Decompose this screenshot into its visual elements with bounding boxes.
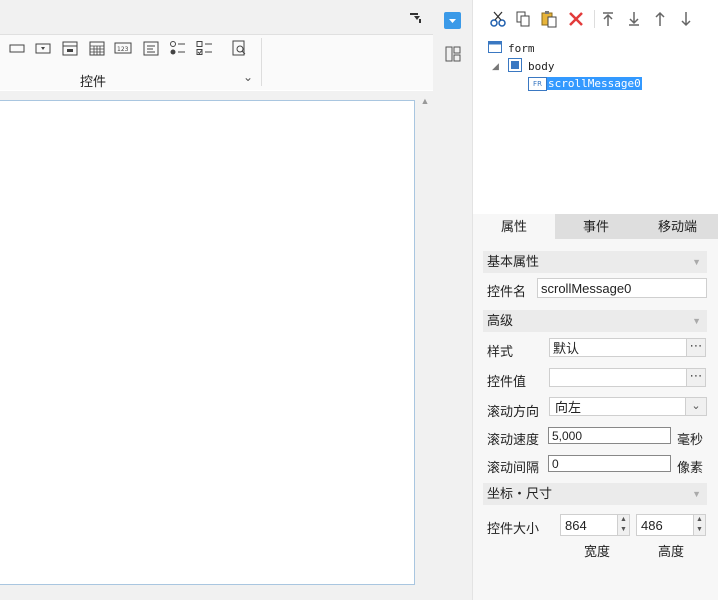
scroll-gap-unit: 像素: [677, 460, 704, 475]
scroll-gap-input[interactable]: 0: [548, 455, 671, 472]
property-tabs: 属性 事件 移动端: [473, 214, 718, 239]
form-canvas[interactable]: [0, 100, 415, 585]
widget-value-input[interactable]: [549, 368, 687, 387]
width-caption: 宽度: [584, 544, 611, 559]
section-basic[interactable]: 基本属性 ▼: [483, 251, 707, 273]
form-icon: [488, 41, 502, 53]
scroll-gap-label: 滚动间隔: [487, 460, 540, 475]
tab-events[interactable]: 事件: [555, 214, 637, 239]
move-down-icon[interactable]: [677, 10, 695, 28]
number-field-icon[interactable]: 123: [114, 40, 132, 56]
scroll-speed-label: 滚动速度: [487, 432, 540, 447]
height-stepper[interactable]: ▲ ▼: [693, 514, 706, 536]
side-strip: [433, 0, 473, 600]
preview-icon[interactable]: [230, 40, 248, 56]
scroll-direction-label: 滚动方向: [487, 404, 540, 419]
widget-value-label: 控件值: [487, 374, 527, 389]
text-field-icon[interactable]: [8, 40, 26, 56]
scroll-speed-unit: 毫秒: [677, 432, 704, 447]
tab-properties[interactable]: 属性: [473, 214, 555, 239]
widget-ribbon: 123: [0, 35, 433, 90]
chevron-down-icon[interactable]: ⌄: [243, 70, 253, 84]
section-title: 坐标・尺寸: [487, 486, 553, 501]
tree-toolbar: [473, 0, 718, 36]
copy-icon[interactable]: [514, 10, 532, 28]
tree-node-scrollmessage[interactable]: scrollMessage0: [547, 77, 642, 90]
cut-icon[interactable]: [489, 10, 507, 28]
svg-text:123: 123: [117, 46, 129, 53]
fr-widget-icon: FR: [528, 77, 547, 91]
calendar-grid-icon[interactable]: [88, 40, 106, 56]
text-area-icon[interactable]: [142, 40, 160, 56]
widget-settings-icon[interactable]: [444, 12, 461, 29]
checkbox-group-icon[interactable]: [195, 40, 213, 56]
widget-value-more-button[interactable]: ⋯: [686, 368, 706, 387]
collapse-arrow-icon[interactable]: ▼: [692, 483, 701, 505]
tree-node-form[interactable]: form: [508, 42, 535, 55]
widget-name-input[interactable]: scrollMessage0: [537, 278, 707, 298]
scroll-direction-select[interactable]: 向左: [549, 397, 686, 416]
toolbar-divider: [594, 10, 595, 28]
width-input[interactable]: 864: [560, 514, 618, 536]
chevron-down-icon[interactable]: ⌄: [685, 397, 707, 416]
move-to-bottom-icon[interactable]: [625, 10, 643, 28]
section-title: 高级: [487, 313, 514, 328]
paste-icon[interactable]: [540, 10, 558, 28]
collapse-arrow-icon[interactable]: ▼: [692, 251, 701, 273]
height-input[interactable]: 486: [636, 514, 694, 536]
tree-node-body[interactable]: body: [528, 60, 555, 73]
style-input[interactable]: 默认: [549, 338, 687, 357]
scroll-up-icon[interactable]: ▲: [420, 96, 430, 106]
collapse-arrow-icon[interactable]: ▼: [692, 310, 701, 332]
height-caption: 高度: [658, 544, 685, 559]
section-title: 基本属性: [487, 254, 540, 269]
ribbon-group-label: 控件: [80, 74, 107, 89]
move-to-top-icon[interactable]: [599, 10, 617, 28]
widget-name-label: 控件名: [487, 284, 527, 299]
width-stepper[interactable]: ▲ ▼: [617, 514, 630, 536]
move-up-icon[interactable]: [651, 10, 669, 28]
date-icon[interactable]: [61, 40, 79, 56]
widget-size-label: 控件大小: [487, 521, 540, 536]
body-icon: [508, 58, 522, 72]
style-more-button[interactable]: ⋯: [686, 338, 706, 357]
collapse-ribbon-icon[interactable]: [410, 12, 422, 24]
designer-top-bar: [0, 0, 433, 35]
dropdown-icon[interactable]: [34, 40, 52, 56]
scroll-speed-input[interactable]: 5,000: [548, 427, 671, 444]
radio-group-icon[interactable]: [168, 40, 186, 56]
expand-arrow-icon[interactable]: ◢: [492, 61, 499, 72]
tab-mobile[interactable]: 移动端: [637, 214, 718, 239]
ribbon-divider: [261, 38, 262, 86]
section-advanced[interactable]: 高级 ▼: [483, 310, 707, 332]
section-coords[interactable]: 坐标・尺寸 ▼: [483, 483, 707, 505]
layout-panel-icon[interactable]: [444, 45, 462, 63]
delete-icon[interactable]: [567, 10, 585, 28]
style-label: 样式: [487, 344, 514, 359]
